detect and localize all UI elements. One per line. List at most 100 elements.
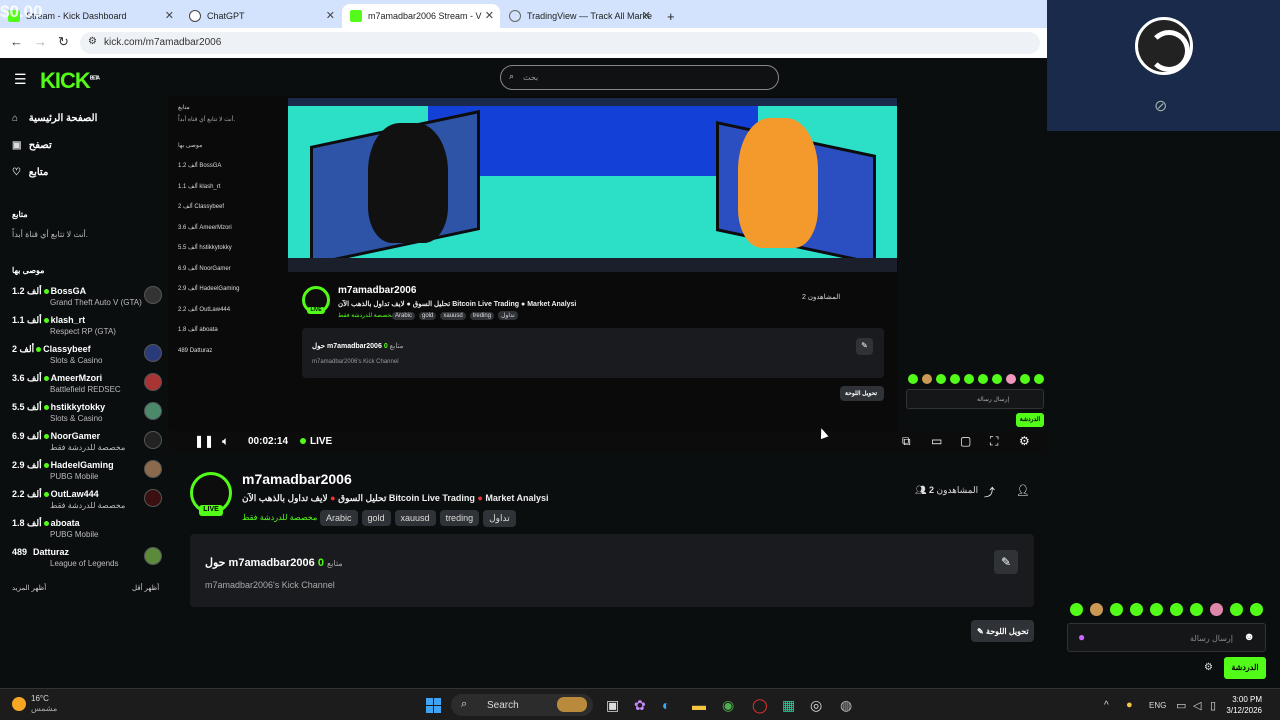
- recommended-channel[interactable]: 2.9 ألف HadeelGaming PUBG Mobile: [12, 460, 162, 488]
- tab-chatgpt[interactable]: ChatGPT ✕: [181, 4, 341, 28]
- tab-tradingview[interactable]: TradingView — Track All Marke ✕: [501, 4, 657, 28]
- channel-category: League of Legends: [50, 559, 119, 568]
- close-icon[interactable]: ✕: [642, 9, 651, 22]
- recommended-channel[interactable]: 2.2 ألف OutLaw444 مخصصة للدردشة فقط: [12, 489, 162, 517]
- nav-browse[interactable]: ▣ تصفح: [12, 140, 52, 151]
- mini-count: 6.9 ألف: [178, 265, 198, 272]
- emote-icon[interactable]: [1230, 603, 1243, 616]
- clock-date: 3/12/2026: [1226, 706, 1262, 715]
- copilot-icon[interactable]: ✿: [634, 697, 646, 714]
- chevron-up-icon[interactable]: ^: [1104, 700, 1109, 711]
- chat-settings-icon[interactable]: ⚙: [1204, 662, 1213, 673]
- mini-channel-name: m7amadbar2006: [338, 285, 417, 296]
- tag[interactable]: تداول: [483, 510, 516, 527]
- chrome-icon[interactable]: ◉: [722, 697, 734, 714]
- emote-icon[interactable]: [1250, 603, 1263, 616]
- chat-send-button[interactable]: الدردشة: [1224, 657, 1266, 679]
- stream-category[interactable]: مخصصة للدردشة فقط: [242, 513, 317, 522]
- emote-icon[interactable]: [1170, 603, 1183, 616]
- channel-name[interactable]: m7amadbar2006: [242, 471, 352, 487]
- file-explorer-icon[interactable]: ▬: [692, 697, 706, 713]
- app-icon[interactable]: ▦: [782, 697, 795, 714]
- network-icon[interactable]: ▭: [1176, 699, 1186, 712]
- live-dot: [43, 318, 49, 323]
- tag[interactable]: gold: [361, 510, 391, 526]
- windows-start-icon[interactable]: [426, 698, 441, 713]
- edge-icon[interactable]: ◐: [662, 697, 670, 713]
- following-heading: متابع: [12, 210, 28, 219]
- user-follow-icon[interactable]: 👤︎: [1016, 484, 1030, 497]
- show-more-link[interactable]: أظهر المزيد: [12, 584, 46, 592]
- emote-icon[interactable]: [1090, 603, 1103, 616]
- mic-icon[interactable]: ●: [1078, 630, 1085, 644]
- recommended-channel[interactable]: 1.8 ألف aboata PUBG Mobile: [12, 518, 162, 546]
- site-info-icon[interactable]: ⚙: [88, 36, 97, 47]
- tag: gold: [419, 312, 437, 320]
- viewers-icon: 👥︎: [915, 485, 927, 495]
- taskbar-clock[interactable]: 3:00 PM 3/12/2026: [1226, 694, 1262, 716]
- emote-icon[interactable]: [1110, 603, 1123, 616]
- tag[interactable]: treding: [439, 510, 480, 526]
- kick-icon: [350, 10, 362, 22]
- battery-icon[interactable]: ▯: [1210, 699, 1216, 712]
- recommended-channel[interactable]: 2 ألف Classybeef Slots & Casino: [12, 344, 162, 372]
- chat-input[interactable]: ● إرسال رسالة ☻: [1067, 623, 1266, 652]
- search-highlight-icon: [557, 697, 587, 712]
- fullscreen-icon[interactable]: ⛶: [990, 434, 998, 449]
- emote-icon[interactable]: [1210, 603, 1223, 616]
- emote-icon[interactable]: [1070, 603, 1083, 616]
- volume-icon[interactable]: 🔈︎: [222, 434, 229, 449]
- recommended-channel[interactable]: 3.6 ألف AmeerMzori Battlefield REDSEC: [12, 373, 162, 401]
- share-icon[interactable]: ⤴: [984, 484, 995, 500]
- video-taskbar: [288, 258, 897, 272]
- emote-icon[interactable]: [1150, 603, 1163, 616]
- mini-rec: 5.5 ألف hstikkytokky: [178, 238, 280, 259]
- video-frame[interactable]: [288, 98, 897, 272]
- url-field[interactable]: ⚙ kick.com/m7amadbar2006: [80, 32, 1040, 54]
- mini-about-title: حول m7amadbar2006 0 متابع: [312, 342, 403, 350]
- kick-logo[interactable]: KICKBETA: [40, 68, 100, 94]
- theater-icon[interactable]: ▭: [931, 434, 942, 448]
- recommended-channel[interactable]: 1.1 ألف klash_rt Respect RP (GTA): [12, 315, 162, 343]
- emoji-icon[interactable]: ☻: [1243, 631, 1255, 643]
- tag[interactable]: Arabic: [320, 510, 358, 526]
- close-icon[interactable]: ✕: [485, 9, 494, 22]
- taskbar-search[interactable]: ⌕ Search: [451, 694, 593, 716]
- menu-icon[interactable]: ☰: [14, 71, 27, 88]
- pip-icon[interactable]: ⧉: [902, 434, 911, 449]
- nav-home[interactable]: ⌂ الصفحة الرئيسية: [12, 113, 97, 124]
- nav-following[interactable]: ♡ متابع: [12, 167, 48, 178]
- browser-app-icon[interactable]: ◍: [840, 697, 852, 714]
- opera-icon[interactable]: ◯: [752, 697, 768, 714]
- recommended-channel[interactable]: 489 Datturaz League of Legends: [12, 547, 162, 575]
- recommended-channel[interactable]: 6.9 ألف NoorGamer مخصصة للدردشة فقط: [12, 431, 162, 459]
- dashboard-button[interactable]: ✎ تحويل اللوحة: [971, 620, 1034, 642]
- close-icon[interactable]: ✕: [326, 9, 335, 22]
- weather-widget[interactable]: 16°C مشمس: [12, 694, 57, 714]
- volume-tray-icon[interactable]: ◁: [1193, 699, 1201, 712]
- show-less-link[interactable]: أظهر أقل: [132, 584, 159, 592]
- settings-icon[interactable]: ⚙: [1019, 434, 1030, 448]
- close-icon[interactable]: ✕: [165, 9, 174, 22]
- tab-stream[interactable]: m7amadbar2006 Stream - V ✕: [342, 4, 500, 28]
- recommended-channel[interactable]: 5.5 ألف hstikkytokky Slots & Casino: [12, 402, 162, 430]
- mic-tray-icon[interactable]: ●: [1126, 699, 1133, 711]
- mini-following-empty: أنت لا تتابع أي قناة أبداً.: [178, 117, 235, 123]
- emote-icon[interactable]: [1130, 603, 1143, 616]
- mini-live-badge: LIVE: [307, 307, 325, 314]
- mini-following-heading: متابع: [178, 105, 190, 111]
- obs-icon[interactable]: ◎: [810, 697, 822, 714]
- mini-player-icon[interactable]: ▢: [960, 434, 971, 448]
- reload-icon[interactable]: ↻: [58, 34, 69, 50]
- mini-rec: 2.9 ألف HadeelGaming: [178, 279, 280, 300]
- search-input[interactable]: ⌕ بحث: [500, 65, 779, 90]
- task-view-icon[interactable]: ▣: [606, 697, 619, 714]
- mini-count: 2.2 ألف: [178, 306, 198, 313]
- edit-icon[interactable]: ✎: [994, 550, 1018, 574]
- language-indicator[interactable]: ENG: [1149, 701, 1166, 710]
- pause-icon[interactable]: ❚❚: [194, 434, 214, 448]
- tag[interactable]: xauusd: [394, 510, 436, 526]
- emote-icon[interactable]: [1190, 603, 1203, 616]
- recommended-channel[interactable]: 1.2 ألف BossGA Grand Theft Auto V (GTA): [12, 286, 162, 314]
- new-tab-button[interactable]: +: [660, 4, 684, 28]
